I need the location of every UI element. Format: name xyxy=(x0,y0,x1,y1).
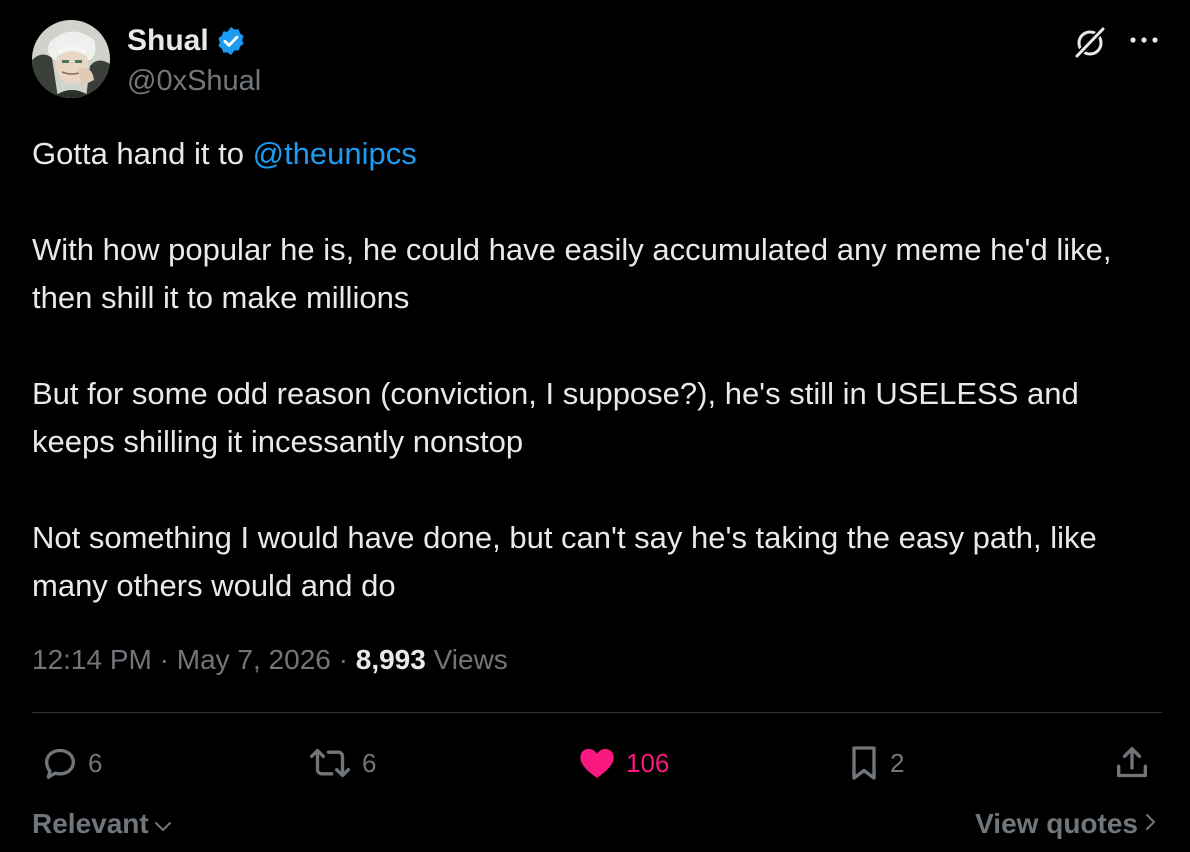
repost-button[interactable]: 6 xyxy=(306,742,376,784)
tweet-time[interactable]: 12:14 PM xyxy=(32,644,152,675)
tweet-paragraph-2: With how popular he is, he could have ea… xyxy=(32,232,1112,315)
divider xyxy=(32,712,1162,713)
heart-icon xyxy=(580,748,614,778)
sort-replies-dropdown[interactable]: Relevant xyxy=(32,806,173,842)
view-quotes-label: View quotes xyxy=(975,808,1138,839)
like-count: 106 xyxy=(626,747,670,778)
reply-button[interactable]: 6 xyxy=(40,742,102,784)
bookmark-button[interactable]: 2 xyxy=(846,742,904,784)
repost-count: 6 xyxy=(362,747,377,778)
reply-icon xyxy=(45,748,76,779)
reply-count: 6 xyxy=(88,747,103,778)
tweet-text: Gotta hand it to @theunipcs With how pop… xyxy=(32,130,1162,610)
grok-icon[interactable] xyxy=(1072,24,1108,60)
views-label: Views xyxy=(425,644,508,675)
like-button[interactable]: 106 xyxy=(576,742,669,784)
share-icon xyxy=(1117,747,1147,778)
share-button[interactable] xyxy=(1112,742,1152,784)
view-quotes-link[interactable]: View quotes xyxy=(975,806,1158,842)
avatar[interactable] xyxy=(32,20,110,98)
tweet-meta: 12:14 PM · May 7, 2026 · 8,993 Views xyxy=(32,642,508,678)
views-count: 8,993 xyxy=(355,644,426,675)
tweet-line1-prefix: Gotta hand it to xyxy=(32,136,253,171)
meta-separator: · xyxy=(151,644,177,675)
verified-badge-icon[interactable] xyxy=(215,25,247,57)
tweet-paragraph-3: But for some odd reason (conviction, I s… xyxy=(32,376,1079,459)
bookmark-icon xyxy=(852,746,876,780)
tweet-date[interactable]: May 7, 2026 xyxy=(177,644,331,675)
author-name-text[interactable]: Shual xyxy=(127,24,209,58)
author-handle[interactable]: @0xShual xyxy=(127,64,261,98)
chevron-right-icon xyxy=(1142,806,1158,842)
bookmark-count: 2 xyxy=(890,747,905,778)
mention-link[interactable]: @theunipcs xyxy=(253,136,417,171)
meta-separator: · xyxy=(330,644,356,675)
tweet-paragraph-4: Not something I would have done, but can… xyxy=(32,520,1097,603)
tweet-paragraph-1: Gotta hand it to @theunipcs xyxy=(32,130,1162,178)
sort-label: Relevant xyxy=(32,808,149,839)
chevron-down-icon xyxy=(153,806,173,842)
repost-icon xyxy=(310,748,351,778)
more-options-icon[interactable] xyxy=(1128,30,1160,50)
author-name[interactable]: Shual xyxy=(127,24,247,58)
